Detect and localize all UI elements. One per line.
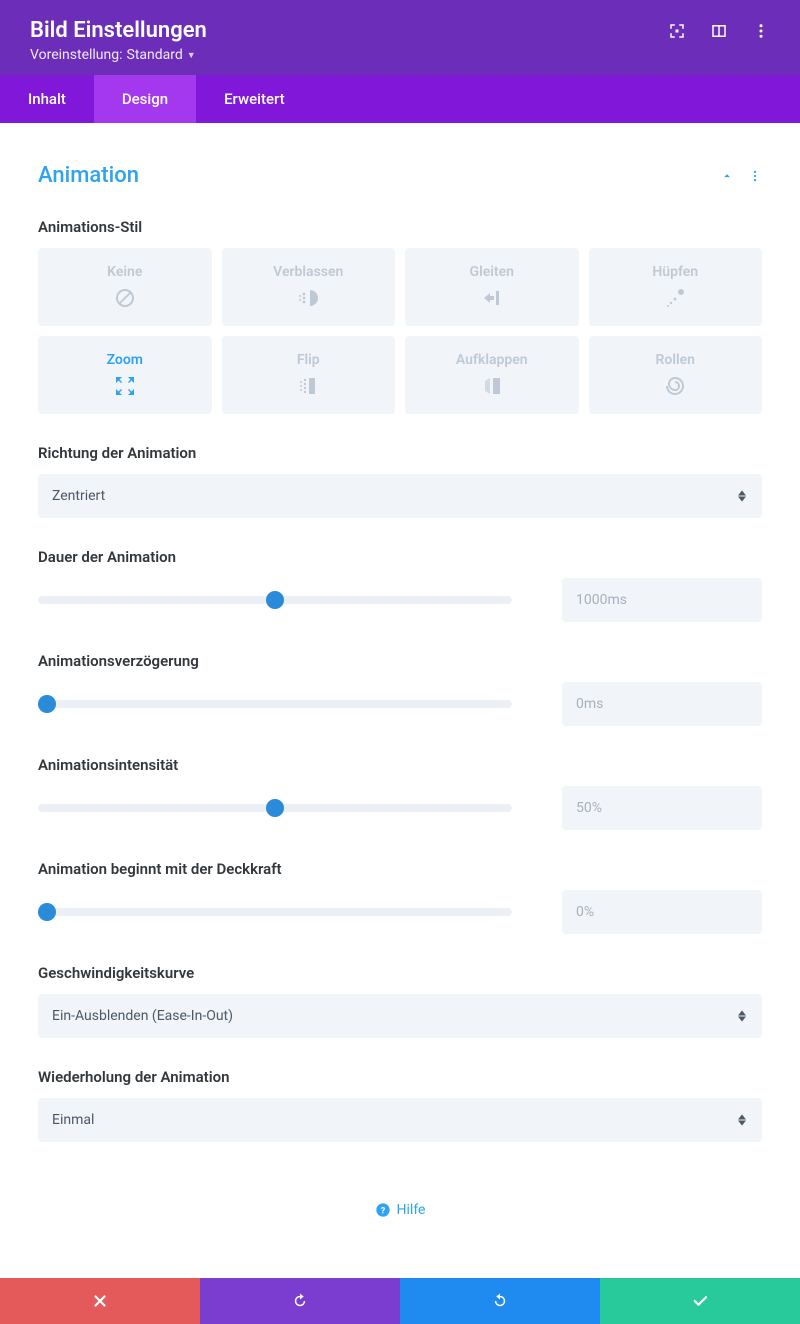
preset-value: Standard: [127, 47, 183, 63]
label-animation-style: Animations-Stil: [38, 218, 762, 236]
opacity-slider[interactable]: [38, 900, 512, 924]
slide-icon: [480, 286, 504, 310]
style-label: Flip: [297, 352, 320, 368]
tab-advanced[interactable]: Erweitert: [196, 75, 313, 123]
style-label: Aufklappen: [456, 352, 528, 368]
style-option-fold[interactable]: Aufklappen: [405, 336, 579, 414]
style-label: Gleiten: [470, 264, 514, 280]
direction-value: Zentriert: [52, 488, 105, 504]
save-button[interactable]: [600, 1278, 800, 1324]
speed-curve-value: Ein-Ausblenden (Ease-In-Out): [52, 1008, 233, 1024]
label-speed-curve: Geschwindigkeitskurve: [38, 964, 762, 982]
style-option-fade[interactable]: Verblassen: [222, 248, 396, 326]
more-vert-icon[interactable]: [752, 22, 770, 40]
repeat-value: Einmal: [52, 1112, 94, 1128]
zoom-icon: [113, 374, 137, 398]
undo-button[interactable]: [200, 1278, 400, 1324]
intensity-slider[interactable]: [38, 796, 512, 820]
style-label: Rollen: [656, 352, 695, 368]
select-arrows-icon: [736, 491, 748, 502]
help-icon: ?: [375, 1202, 391, 1218]
tabs: Inhalt Design Erweitert: [0, 75, 800, 123]
slider-thumb[interactable]: [266, 591, 284, 609]
section-title[interactable]: Animation: [38, 163, 139, 188]
opacity-input[interactable]: 0%: [562, 890, 762, 934]
style-option-roll[interactable]: Rollen: [589, 336, 763, 414]
preset-prefix: Voreinstellung:: [30, 47, 123, 63]
duration-slider[interactable]: [38, 588, 512, 612]
preset-selector[interactable]: Voreinstellung: Standard ▼: [30, 47, 207, 63]
slider-thumb[interactable]: [266, 799, 284, 817]
chevron-up-icon[interactable]: [720, 169, 734, 183]
duration-input[interactable]: 1000ms: [562, 578, 762, 622]
flip-icon: [296, 374, 320, 398]
label-direction: Richtung der Animation: [38, 444, 762, 462]
label-opacity: Animation beginnt mit der Deckkraft: [38, 860, 762, 878]
delay-slider[interactable]: [38, 692, 512, 716]
undo-icon: [291, 1292, 309, 1310]
style-label: Zoom: [107, 352, 143, 368]
chevron-down-icon: ▼: [187, 50, 196, 61]
label-duration: Dauer der Animation: [38, 548, 762, 566]
style-label: Verblassen: [273, 264, 343, 280]
slider-thumb[interactable]: [38, 903, 56, 921]
style-option-slide[interactable]: Gleiten: [405, 248, 579, 326]
label-intensity: Animationsintensität: [38, 756, 762, 774]
more-vert-icon[interactable]: [748, 169, 762, 183]
style-option-none[interactable]: Keine: [38, 248, 212, 326]
label-repeat: Wiederholung der Animation: [38, 1068, 762, 1086]
slider-thumb[interactable]: [38, 695, 56, 713]
intensity-input[interactable]: 50%: [562, 786, 762, 830]
select-arrows-icon: [736, 1115, 748, 1126]
none-icon: [113, 286, 137, 310]
label-delay: Animationsverzögerung: [38, 652, 762, 670]
select-arrows-icon: [736, 1011, 748, 1022]
style-option-bounce[interactable]: Hüpfen: [589, 248, 763, 326]
help-label: Hilfe: [397, 1202, 426, 1218]
modal-title: Bild Einstellungen: [30, 18, 207, 43]
fold-icon: [480, 374, 504, 398]
modal-header: Bild Einstellungen Voreinstellung: Stand…: [0, 0, 800, 75]
check-icon: [691, 1292, 709, 1310]
content-area: Animation Animations-Stil Keine Verblass…: [0, 123, 800, 1278]
roll-icon: [663, 374, 687, 398]
footer-actions: [0, 1278, 800, 1324]
fade-icon: [296, 286, 320, 310]
style-label: Hüpfen: [652, 264, 698, 280]
expand-icon[interactable]: [668, 22, 686, 40]
delay-input[interactable]: 0ms: [562, 682, 762, 726]
cancel-button[interactable]: [0, 1278, 200, 1324]
tab-design[interactable]: Design: [94, 75, 196, 123]
style-option-zoom[interactable]: Zoom: [38, 336, 212, 414]
style-label: Keine: [107, 264, 142, 280]
redo-icon: [491, 1292, 509, 1310]
speed-curve-select[interactable]: Ein-Ausblenden (Ease-In-Out): [38, 994, 762, 1038]
redo-button[interactable]: [400, 1278, 600, 1324]
panel-icon[interactable]: [710, 22, 728, 40]
svg-text:?: ?: [380, 1205, 385, 1216]
help-link[interactable]: ? Hilfe: [38, 1202, 762, 1218]
repeat-select[interactable]: Einmal: [38, 1098, 762, 1142]
close-icon: [91, 1292, 109, 1310]
bounce-icon: [663, 286, 687, 310]
animation-style-grid: Keine Verblassen Gleiten Hüpfen Zoom Fli…: [38, 248, 762, 414]
tab-content[interactable]: Inhalt: [0, 75, 94, 123]
style-option-flip[interactable]: Flip: [222, 336, 396, 414]
direction-select[interactable]: Zentriert: [38, 474, 762, 518]
